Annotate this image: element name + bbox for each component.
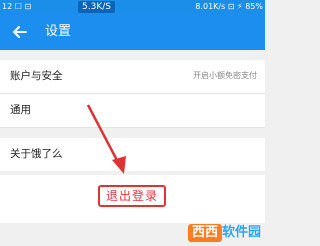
network-speed-badge: 5.3K/S <box>78 1 115 13</box>
settings-item-label: 关于饿了么 <box>10 148 63 160</box>
watermark-text: 软件园 <box>221 225 261 240</box>
page-title: 设置 <box>45 24 72 39</box>
divider <box>0 127 265 128</box>
status-left: 12 ☐ ⊡ <box>2 2 32 11</box>
settings-item-about[interactable]: 关于饿了么 <box>0 138 265 171</box>
logout-row[interactable]: 退出登录 <box>0 175 265 223</box>
back-arrow-icon[interactable] <box>10 22 30 42</box>
settings-item-general[interactable]: 通用 <box>0 94 265 127</box>
settings-item-account-security[interactable]: 账户与安全 开启小额免密支付 <box>0 60 265 93</box>
status-bar: 12 ☐ ⊡ 5.3K/S 8.01K/s ⊡ ⚡ 85% <box>0 0 265 14</box>
watermark-badge: 西西 <box>187 224 222 242</box>
logout-button[interactable]: 退出登录 <box>98 185 166 207</box>
settings-item-label: 账户与安全 <box>10 70 63 82</box>
status-right: 8.01K/s ⊡ ⚡ 85% <box>195 2 263 11</box>
settings-item-value: 开启小额免密支付 <box>193 71 257 80</box>
app-bar: 设置 <box>0 14 265 50</box>
watermark: 西西 软件园 <box>187 224 261 242</box>
settings-item-label: 通用 <box>10 104 31 116</box>
